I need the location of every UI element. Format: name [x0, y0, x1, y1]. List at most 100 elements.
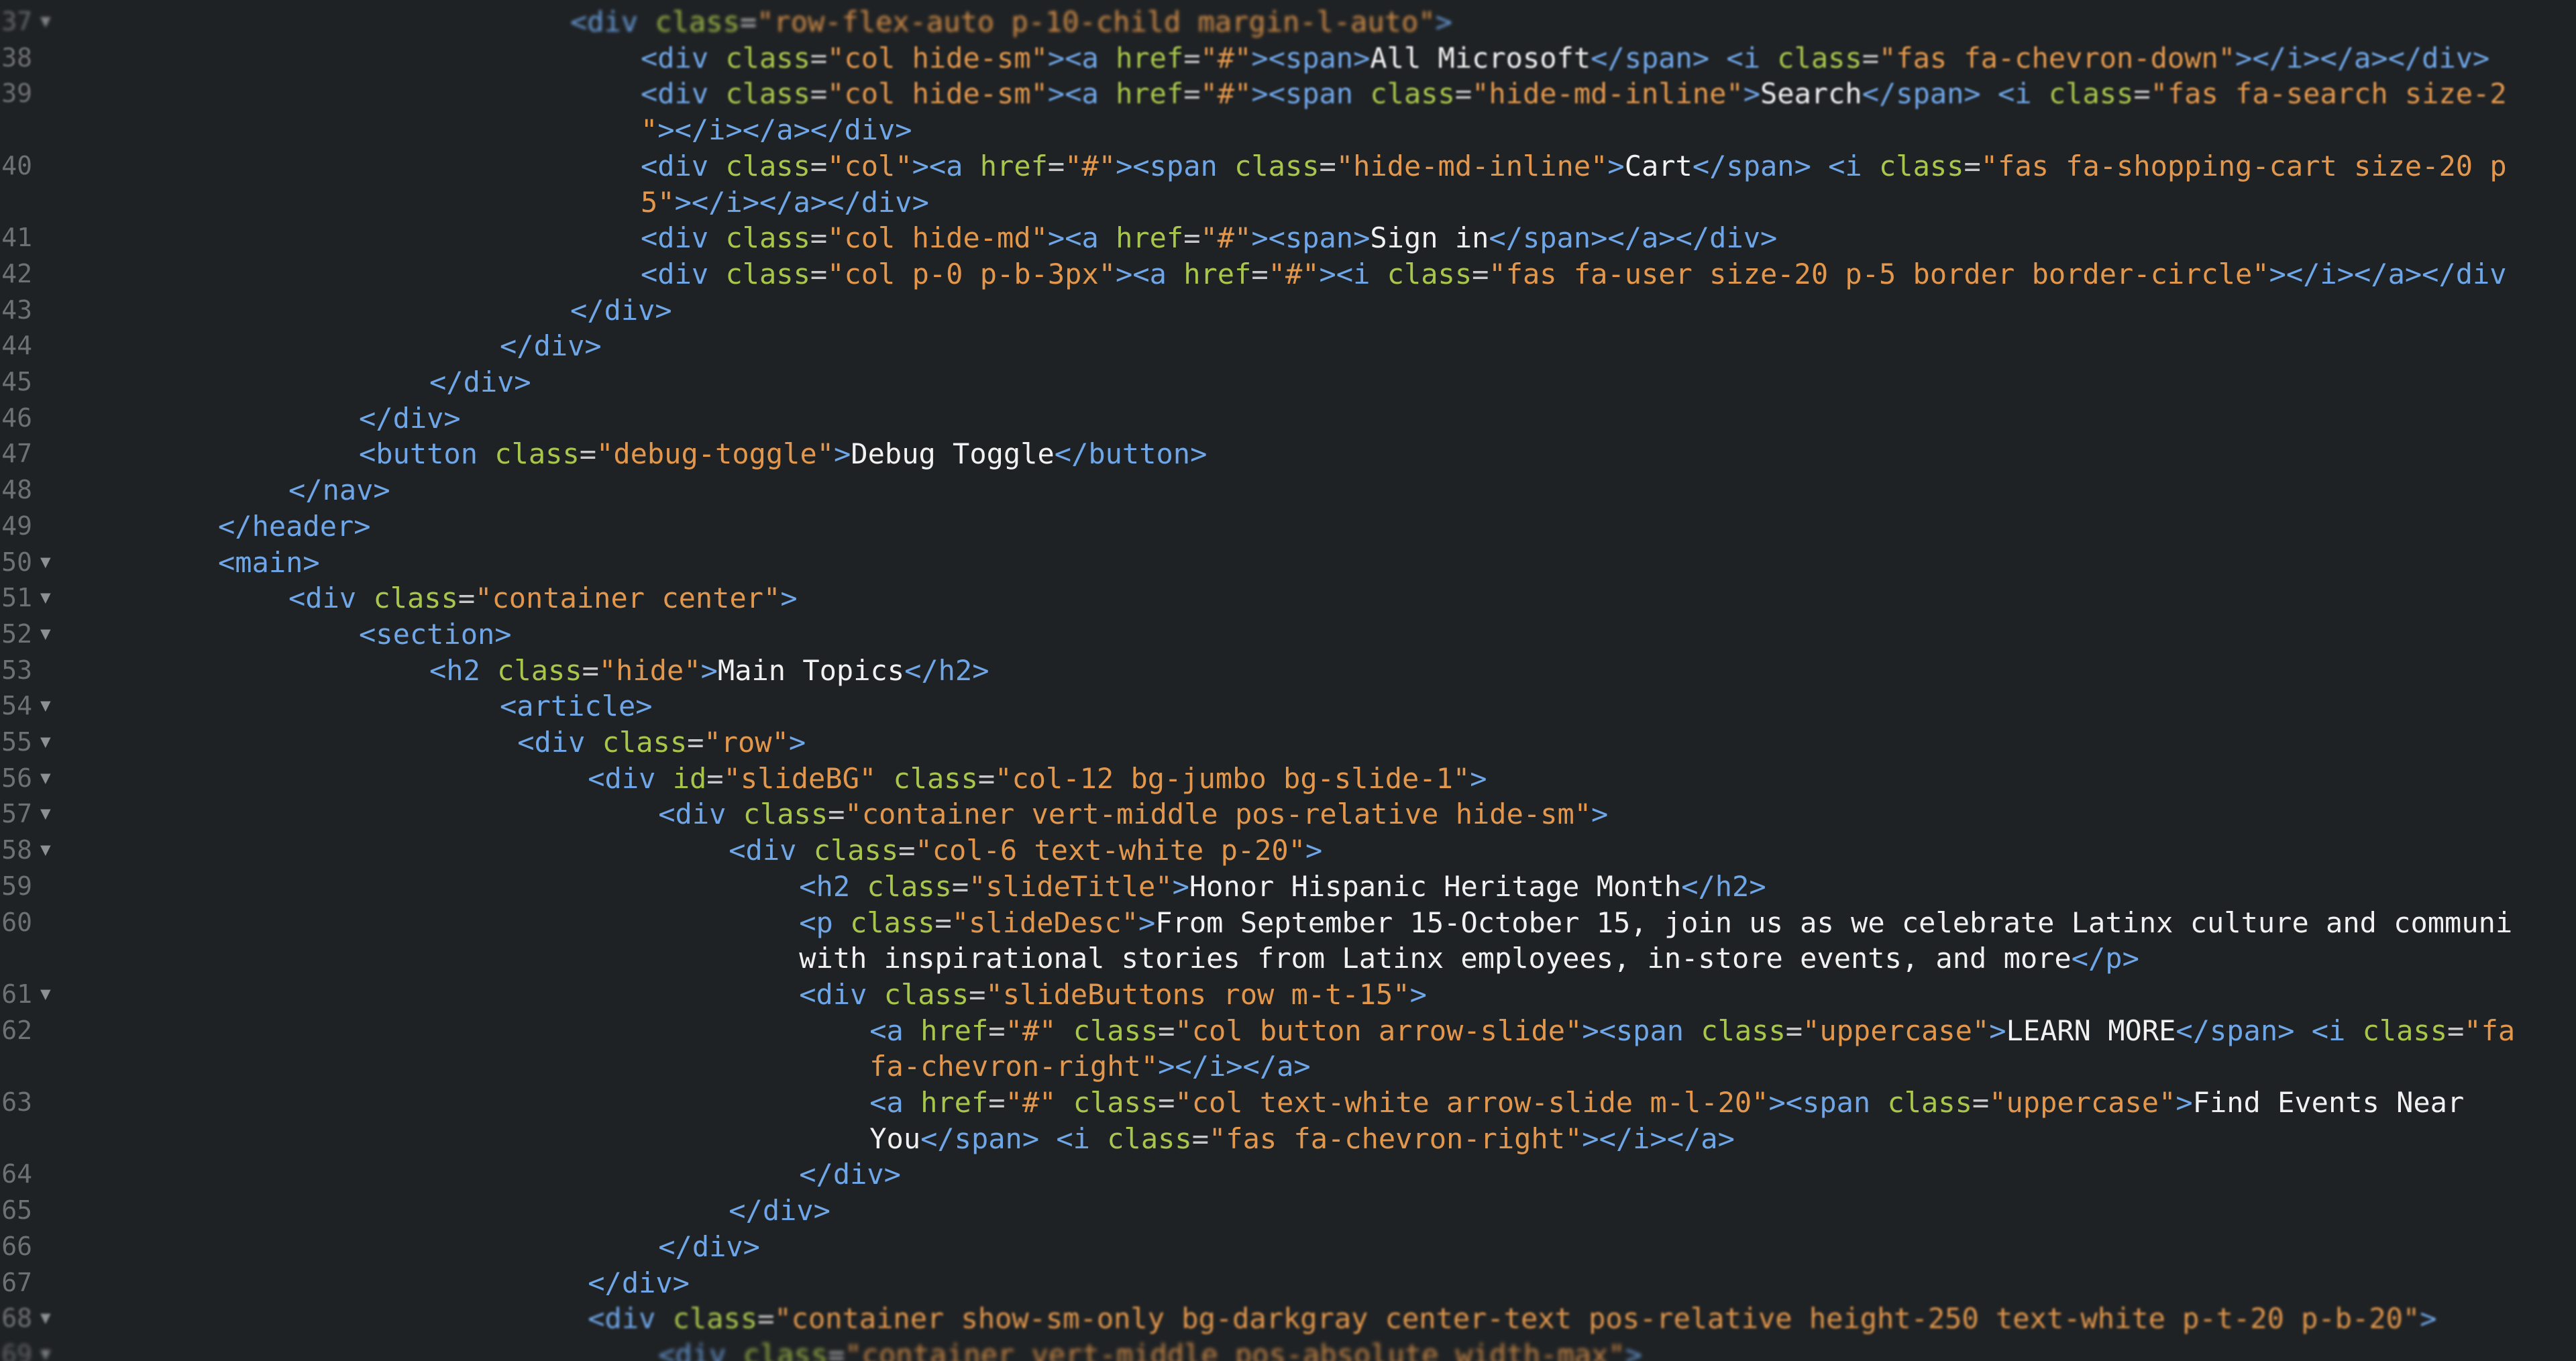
text-token: Find Events Near [2192, 1086, 2465, 1119]
fold-toggle-icon[interactable]: ▼ [40, 1301, 51, 1337]
text-token: You [869, 1122, 921, 1155]
code-line[interactable]: 42 <div class="col p-0 p-b-3px"><a href="… [0, 256, 2576, 292]
code-line[interactable]: 47 <button class="debug-toggle">Debug Tog… [0, 436, 2576, 472]
code-line[interactable]: 48 </nav> [0, 472, 2576, 508]
code-line[interactable]: 63 <a href="#" class="col text-white arro… [0, 1085, 2576, 1121]
html-tag-token: ><span [1768, 1086, 1888, 1119]
string-token: "col hide-md" [827, 221, 1048, 255]
code-line[interactable]: 5"></i></a></div> [0, 184, 2576, 221]
html-tag-token: ><i [1319, 257, 1387, 290]
html-tag-token: > [1305, 834, 1323, 867]
code-line[interactable]: fa-chevron-right"></i></a> [0, 1048, 2576, 1085]
code-line[interactable]: 49 </header> [0, 508, 2576, 545]
string-token: "container center" [475, 582, 781, 615]
code-line[interactable]: "></i></a></div> [0, 112, 2576, 148]
html-tag-token: > [1409, 977, 1427, 1011]
html-tag-token: ><a [912, 149, 980, 182]
code-line[interactable]: 39 <div class="col hide-sm"><a href="#"><… [0, 76, 2576, 112]
code-line[interactable]: 37 ▼ <div class="row-flex-auto p-10-child … [0, 4, 2576, 40]
punctuation-token: = [1158, 1086, 1175, 1119]
code-line[interactable]: 62 <a href="#" class="col button arrow-sl… [0, 1013, 2576, 1049]
code-line[interactable]: You</span> <i class="fas fa-chevron-righ… [0, 1121, 2576, 1157]
code-line[interactable]: 40 <div class="col"><a href="#"><span cla… [0, 148, 2576, 184]
code-text: 5"></i></a></div> [641, 184, 929, 221]
string-token: "container show-sm-only bg-darkgray cent… [774, 1302, 2420, 1336]
code-line[interactable]: 58 ▼ <div class="col-6 text-white p-20"> [0, 832, 2576, 869]
code-line[interactable]: 53 <h2 class="hide">Main Topics</h2> [0, 653, 2576, 689]
code-line[interactable]: 64 </div> [0, 1156, 2576, 1193]
punctuation-token: = [2133, 77, 2151, 111]
fold-toggle-icon[interactable]: ▼ [40, 688, 51, 724]
line-number: 69 [1, 1339, 32, 1361]
code-line[interactable]: 69 ▼ <div class="container vert-middle pos… [0, 1337, 2576, 1361]
fold-toggle-icon[interactable]: ▼ [40, 761, 51, 797]
string-token: "fa [2464, 1014, 2516, 1047]
html-tag-token: <div [658, 798, 743, 831]
text-token: From September 15-October 15, join us as… [1155, 906, 2513, 939]
code-line[interactable]: 55 ▼ <div class="row"> [0, 724, 2576, 761]
fold-toggle-icon[interactable]: ▼ [40, 4, 51, 40]
code-line[interactable]: 46 </div> [0, 400, 2576, 437]
html-tag-token: <div [641, 221, 726, 255]
code-line[interactable]: with inspirational stories from Latinx e… [0, 940, 2576, 977]
code-line[interactable]: 65 </div> [0, 1193, 2576, 1229]
fold-toggle-icon[interactable]: ▼ [40, 580, 51, 616]
code-line[interactable]: 67 </div> [0, 1265, 2576, 1301]
fold-toggle-icon[interactable]: ▼ [40, 545, 51, 581]
code-line[interactable]: 50 ▼ <main> [0, 545, 2576, 581]
html-tag-token: ><span [1116, 149, 1235, 182]
fold-toggle-icon[interactable]: ▼ [40, 616, 51, 653]
line-number: 61 [1, 979, 32, 1009]
text-token: Sign in [1370, 221, 1489, 255]
code-line[interactable]: 44 </div> [0, 328, 2576, 364]
html-tag-token: <div [570, 5, 655, 38]
html-tag-token [876, 762, 893, 795]
fold-toggle-icon[interactable]: ▼ [40, 977, 51, 1013]
string-token: "slideBG" [723, 761, 877, 795]
html-tag-token: <a [869, 1014, 921, 1047]
code-line[interactable]: 59 <h2 class="slideTitle">Honor Hispanic … [0, 869, 2576, 905]
attribute-token: class [867, 869, 952, 903]
code-editor[interactable]: 37 ▼ <div class="row-flex-auto p-10-child … [0, 0, 2576, 1361]
code-line[interactable]: 61 ▼ <div class="slideButtons row m-t-15"> [0, 977, 2576, 1013]
html-tag-token: ><span> [1251, 221, 1371, 255]
attribute-token: class [743, 798, 828, 831]
punctuation-token: = [2447, 1014, 2465, 1047]
code-line[interactable]: 54 ▼ <article> [0, 688, 2576, 724]
code-line[interactable]: 66 </div> [0, 1229, 2576, 1265]
code-line[interactable]: 43 </div> [0, 292, 2576, 329]
code-text: <section> [359, 616, 512, 653]
line-number: 59 [1, 871, 32, 901]
attribute-token: class [725, 41, 810, 74]
code-line[interactable]: 60 <p class="slideDesc">From September 15… [0, 905, 2576, 941]
code-line[interactable]: 52 ▼ <section> [0, 616, 2576, 653]
string-token: "uppercase" [1803, 1014, 1990, 1047]
line-number: 60 [1, 907, 32, 937]
code-text: <div class="container vert-middle pos-re… [658, 796, 1608, 832]
code-line[interactable]: 38 <div class="col hide-sm"><a href="#"><… [0, 40, 2576, 76]
code-line[interactable]: 57 ▼ <div class="container vert-middle pos… [0, 796, 2576, 832]
line-number: 64 [1, 1159, 32, 1189]
html-tag-token: ></i></a></div> [674, 185, 929, 219]
code-text: <button class="debug-toggle">Debug Toggl… [359, 436, 1207, 472]
fold-toggle-icon[interactable]: ▼ [40, 1337, 51, 1361]
code-line[interactable]: 41 <div class="col hide-md"><a href="#"><… [0, 220, 2576, 256]
html-tag-token: </p> [2071, 942, 2139, 975]
line-number: 67 [1, 1267, 32, 1297]
punctuation-token: = [810, 149, 828, 182]
html-tag-token: <div [588, 1302, 673, 1336]
code-line[interactable]: 45 </div> [0, 364, 2576, 400]
code-line[interactable]: 51 ▼ <div class="container center"> [0, 580, 2576, 616]
attribute-token: class [1107, 1122, 1192, 1155]
html-tag-token: > [1435, 5, 1452, 38]
fold-toggle-icon[interactable]: ▼ [40, 832, 51, 869]
punctuation-token: = [687, 726, 704, 759]
fold-toggle-icon[interactable]: ▼ [40, 796, 51, 832]
string-token: "slideDesc" [951, 906, 1138, 939]
punctuation-token: = [1785, 1014, 1803, 1047]
html-tag-token: </div> [799, 1158, 901, 1191]
code-line[interactable]: 68 ▼ <div class="container show-sm-only bg… [0, 1301, 2576, 1337]
fold-toggle-icon[interactable]: ▼ [40, 724, 51, 761]
code-line[interactable]: 56 ▼ <div id="slideBG" class="col-12 bg-ju… [0, 761, 2576, 797]
punctuation-token: = [1862, 41, 1880, 74]
